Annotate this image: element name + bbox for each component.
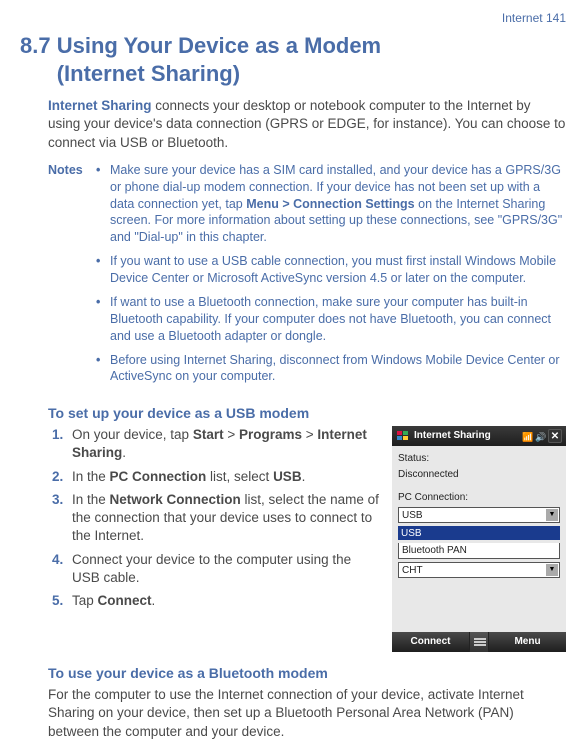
intro-paragraph: Internet Sharing connects your desktop o…: [48, 97, 566, 152]
step-text: In the PC Connection list, select USB.: [72, 468, 382, 486]
windows-start-icon[interactable]: [396, 430, 410, 442]
step-number: 5.: [52, 592, 72, 610]
pc-connection-dropdown[interactable]: USB: [398, 507, 560, 523]
page-title: 8.7 Using Your Device as a Modem 8.7 (In…: [20, 32, 566, 87]
notes-item: •Make sure your device has a SIM card in…: [96, 162, 566, 246]
bullet-icon: •: [96, 253, 110, 287]
screenshot-body: Status: Disconnected PC Connection: USB …: [392, 446, 566, 632]
notes-text: If want to use a Bluetooth connection, m…: [110, 294, 566, 345]
pc-connection-option-bluetooth[interactable]: Bluetooth PAN: [398, 543, 560, 560]
step-item: 2.In the PC Connection list, select USB.: [48, 468, 382, 486]
bluetooth-section-heading: To use your device as a Bluetooth modem: [48, 664, 566, 683]
bullet-icon: •: [96, 352, 110, 386]
heading-subtitle: (Internet Sharing): [57, 61, 240, 86]
screenshot-titlebar: Internet Sharing ✕: [392, 426, 566, 446]
notes-item: •Before using Internet Sharing, disconne…: [96, 352, 566, 386]
bluetooth-section-text: For the computer to use the Internet con…: [48, 686, 566, 741]
screenshot-softkeys: Connect Menu: [392, 632, 566, 652]
network-connection-dropdown[interactable]: CHT: [398, 562, 560, 578]
notes-label: Notes: [48, 162, 96, 179]
bullet-icon: •: [96, 162, 110, 246]
step-number: 1.: [52, 426, 72, 462]
breadcrumb: Internet 141: [20, 10, 566, 26]
signal-icon: [522, 431, 532, 441]
breadcrumb-page: 141: [546, 11, 566, 25]
bullet-icon: •: [96, 294, 110, 345]
notes-item: •If you want to use a USB cable connecti…: [96, 253, 566, 287]
notes-text: If you want to use a USB cable connectio…: [110, 253, 566, 287]
keyboard-icon[interactable]: [469, 632, 489, 652]
status-value: Disconnected: [398, 468, 560, 482]
heading-title: Using Your Device as a Modem: [57, 33, 381, 58]
connect-softkey[interactable]: Connect: [392, 632, 469, 652]
screenshot-title: Internet Sharing: [414, 429, 518, 443]
intro-term: Internet Sharing: [48, 98, 152, 113]
step-text: On your device, tap Start > Programs > I…: [72, 426, 382, 462]
device-screenshot: Internet Sharing ✕ Status: Disconnected …: [392, 426, 566, 652]
close-icon[interactable]: ✕: [548, 429, 562, 443]
notes-text: Make sure your device has a SIM card ins…: [110, 162, 566, 246]
pc-connection-label: PC Connection:: [398, 491, 560, 505]
heading-number: 8.7: [20, 33, 51, 58]
notes-block: Notes •Make sure your device has a SIM c…: [48, 162, 566, 393]
step-text: Connect your device to the computer usin…: [72, 551, 382, 587]
notes-text: Before using Internet Sharing, disconnec…: [110, 352, 566, 386]
step-item: 4.Connect your device to the computer us…: [48, 551, 382, 587]
status-label: Status:: [398, 452, 560, 466]
step-text: In the Network Connection list, select t…: [72, 491, 382, 546]
usb-section-heading: To set up your device as a USB modem: [48, 404, 566, 423]
menu-softkey[interactable]: Menu: [489, 632, 566, 652]
step-item: 1.On your device, tap Start > Programs >…: [48, 426, 382, 462]
step-item: 3.In the Network Connection list, select…: [48, 491, 382, 546]
pc-connection-option-usb[interactable]: USB: [398, 526, 560, 540]
breadcrumb-chapter: Internet: [502, 11, 543, 25]
step-item: 5.Tap Connect.: [48, 592, 382, 610]
speaker-icon: [535, 431, 545, 441]
step-text: Tap Connect.: [72, 592, 382, 610]
step-number: 3.: [52, 491, 72, 546]
notes-item: •If want to use a Bluetooth connection, …: [96, 294, 566, 345]
step-number: 2.: [52, 468, 72, 486]
step-number: 4.: [52, 551, 72, 587]
